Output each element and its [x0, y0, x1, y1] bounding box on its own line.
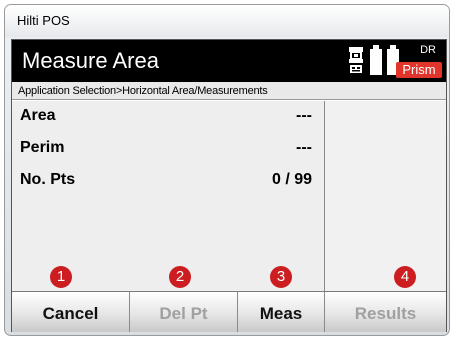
area-label: Area — [20, 107, 56, 124]
device-screen: Measure Area DR Prism Application Select… — [11, 39, 447, 332]
screen-header: Measure Area DR Prism — [12, 40, 446, 82]
results-button[interactable]: Results — [324, 292, 446, 332]
total-station-icon — [347, 46, 365, 81]
cancel-button[interactable]: Cancel — [12, 292, 129, 332]
delete-point-button[interactable]: Del Pt — [129, 292, 237, 332]
points-value: 0 / 99 — [271, 171, 312, 188]
page-title: Measure Area — [22, 48, 159, 73]
area-value: --- — [296, 107, 312, 124]
side-panel — [325, 101, 446, 291]
app-window: Hilti POS Measure Area DR Prism Applicat… — [4, 4, 450, 336]
softkey-bar: Cancel Del Pt Meas Results — [12, 291, 446, 332]
measurement-row-area: Area --- — [20, 107, 316, 127]
callout-badge-2: 2 — [169, 266, 191, 288]
perimeter-label: Perim — [20, 139, 65, 156]
callout-badge-1: 1 — [50, 266, 72, 288]
measure-button[interactable]: Meas — [237, 292, 324, 332]
callout-badge-3: 3 — [270, 266, 292, 288]
window-titlebar: Hilti POS — [5, 5, 449, 37]
points-label: No. Pts — [20, 171, 76, 188]
measurement-panel: Area --- Perim --- No. Pts 0 / 99 — [12, 101, 325, 291]
measurement-row-perimeter: Perim --- — [20, 139, 316, 159]
distance-mode-label: DR — [420, 44, 436, 56]
perimeter-value: --- — [296, 139, 312, 156]
window-title: Hilti POS — [17, 13, 70, 28]
callout-badge-4: 4 — [394, 266, 416, 288]
target-type-badge: Prism — [396, 62, 442, 78]
measurement-row-points: No. Pts 0 / 99 — [20, 171, 316, 191]
breadcrumb: Application Selection>Horizontal Area/Me… — [12, 82, 446, 100]
